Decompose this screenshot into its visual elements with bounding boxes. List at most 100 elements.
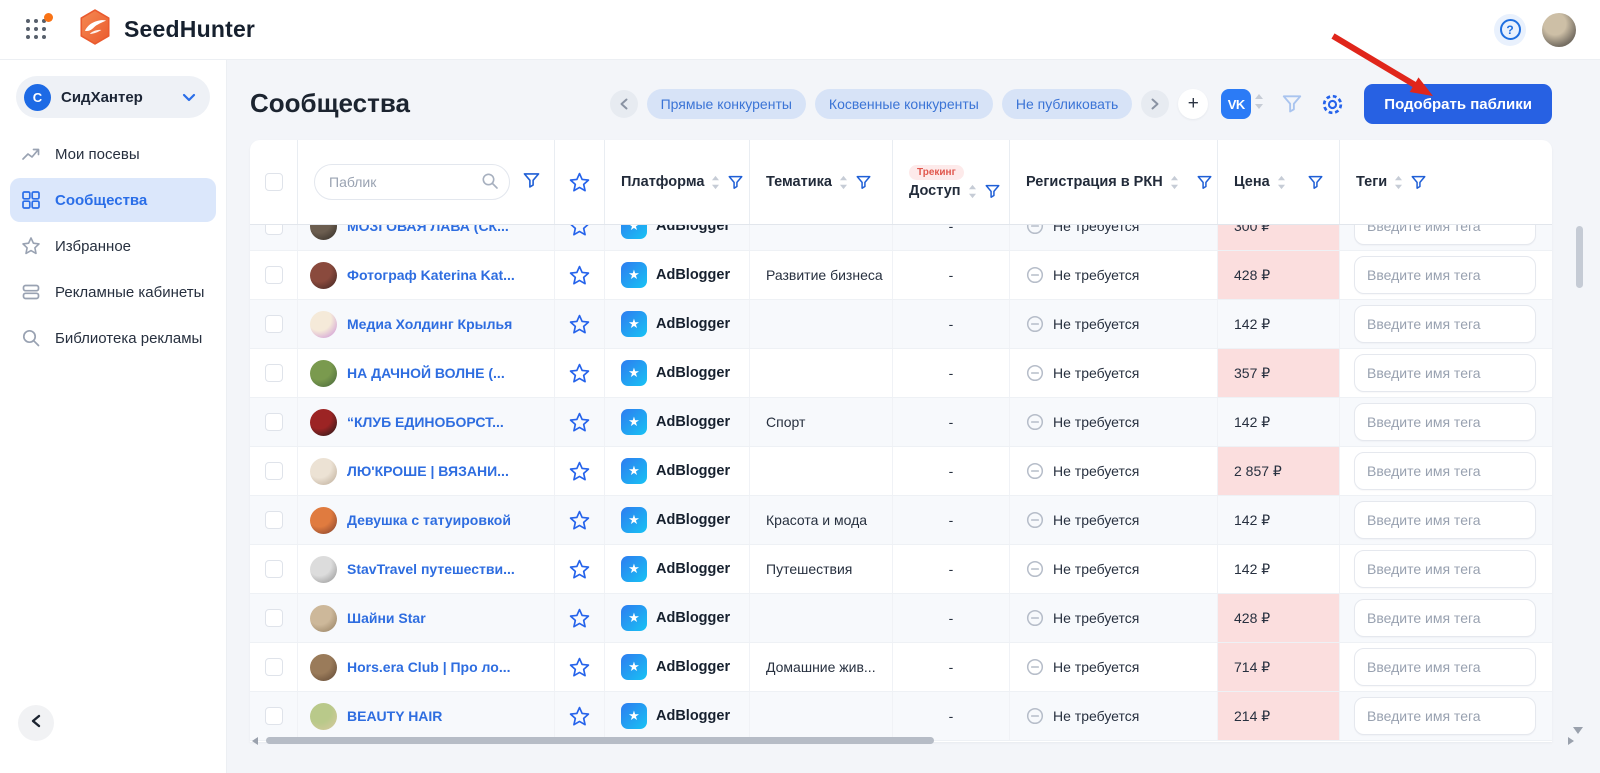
community-name-link[interactable]: Девушка с татуировкой — [347, 512, 511, 528]
row-checkbox[interactable] — [265, 707, 283, 725]
segment-chip[interactable]: Прямые конкуренты — [647, 89, 806, 119]
favorite-star-button[interactable] — [555, 545, 605, 593]
settings-button[interactable] — [1320, 92, 1345, 117]
tag-input[interactable] — [1354, 599, 1536, 637]
tag-input[interactable] — [1354, 697, 1536, 735]
row-checkbox[interactable] — [265, 413, 283, 431]
access-value: - — [949, 365, 954, 381]
community-name-link[interactable]: ЛЮ'КРОШЕ | ВЯЗАНИ... — [347, 463, 509, 479]
table-row: StavTravel путешестви... ★ AdBlogger Пут… — [250, 545, 1552, 594]
chips-scroll-right-button[interactable] — [1141, 90, 1169, 118]
row-checkbox[interactable] — [265, 462, 283, 480]
sidebar-item-ad-library[interactable]: Библиотека рекламы — [10, 316, 216, 360]
chips-scroll-left-button[interactable] — [610, 90, 638, 118]
table-header: Платформа Тематика Трекинг Доступ Регист… — [250, 140, 1552, 225]
table-row: Шайни Star ★ AdBlogger - Не требуется 42… — [250, 594, 1552, 643]
filter-funnel-icon[interactable] — [1307, 175, 1324, 190]
community-name-link[interactable]: StavTravel путешестви... — [347, 561, 515, 577]
row-checkbox[interactable] — [265, 364, 283, 382]
sort-carets-icon — [711, 175, 720, 190]
community-name-link[interactable]: НА ДАЧНОЙ ВОЛНЕ (... — [347, 365, 505, 381]
sidebar-item-ad-accounts[interactable]: Рекламные кабинеты — [10, 270, 216, 314]
filter-funnel-icon[interactable] — [727, 175, 744, 190]
select-publics-button[interactable]: Подобрать паблики — [1364, 84, 1552, 124]
community-name-link[interactable]: BEAUTY HAIR — [347, 708, 442, 724]
tags-column-header[interactable]: Теги — [1340, 140, 1552, 224]
favorite-star-button[interactable] — [555, 251, 605, 299]
sidebar-item-communities[interactable]: Сообщества — [10, 178, 216, 222]
row-checkbox[interactable] — [265, 315, 283, 333]
brand[interactable]: SeedHunter — [76, 8, 255, 51]
sidebar-item-favorites[interactable]: Избранное — [10, 224, 216, 268]
row-checkbox[interactable] — [265, 225, 283, 235]
sort-carets-icon — [968, 184, 977, 199]
select-all-checkbox[interactable] — [265, 173, 283, 191]
segment-chip[interactable]: Не публиковать — [1002, 89, 1132, 119]
row-checkbox[interactable] — [265, 560, 283, 578]
horizontal-scrollbar-thumb[interactable] — [266, 737, 934, 744]
tag-input[interactable] — [1354, 550, 1536, 588]
topic-column-header[interactable]: Тематика — [750, 140, 893, 224]
sidebar-item-my-seedings[interactable]: Мои посевы — [10, 132, 216, 176]
tag-input[interactable] — [1354, 225, 1536, 245]
favorite-star-button[interactable] — [555, 447, 605, 495]
community-name-link[interactable]: Фотограф Katerina Kat... — [347, 267, 515, 283]
favorite-star-button[interactable] — [555, 496, 605, 544]
price-value: 428 ₽ — [1234, 610, 1270, 627]
star-icon — [569, 608, 590, 629]
sidebar-collapse-button[interactable] — [18, 705, 54, 741]
price-column-header[interactable]: Цена — [1218, 140, 1340, 224]
row-checkbox[interactable] — [265, 266, 283, 284]
tag-input[interactable] — [1354, 305, 1536, 343]
help-button[interactable]: ? — [1494, 14, 1526, 46]
filter-funnel-button[interactable] — [1281, 94, 1303, 114]
apps-grid-icon[interactable] — [24, 17, 50, 43]
add-segment-button[interactable]: + — [1178, 89, 1208, 119]
scroll-down-arrow-icon[interactable] — [1573, 727, 1583, 734]
rkn-column-header[interactable]: Регистрация в РКН — [1010, 140, 1218, 224]
tag-input[interactable] — [1354, 452, 1536, 490]
row-checkbox[interactable] — [265, 609, 283, 627]
tag-input[interactable] — [1354, 501, 1536, 539]
favorite-star-button[interactable] — [555, 692, 605, 740]
scroll-left-arrow-icon[interactable] — [252, 737, 258, 745]
horizontal-scrollbar[interactable] — [252, 736, 1574, 746]
star-icon — [569, 559, 590, 580]
tag-input[interactable] — [1354, 256, 1536, 294]
sidebar-item-label: Библиотека рекламы — [55, 330, 202, 347]
favorites-column-header[interactable] — [555, 140, 605, 224]
filter-funnel-icon[interactable] — [855, 175, 872, 190]
row-checkbox[interactable] — [265, 658, 283, 676]
community-name-link[interactable]: Hors.era Club | Про ло... — [347, 659, 510, 675]
minus-circle-icon — [1026, 658, 1044, 676]
filter-funnel-icon[interactable] — [1410, 175, 1427, 190]
favorite-star-button[interactable] — [555, 225, 605, 250]
vk-platform-filter[interactable]: VK — [1221, 89, 1264, 119]
row-checkbox[interactable] — [265, 511, 283, 529]
platform-column-header[interactable]: Платформа — [605, 140, 750, 224]
community-name-link[interactable]: Шайни Star — [347, 610, 426, 626]
segment-chip[interactable]: Косвенные конкуренты — [815, 89, 993, 119]
access-value: - — [949, 610, 954, 626]
community-name-link[interactable]: Медиа Холдинг Крылья — [347, 316, 512, 332]
community-name-link[interactable]: “КЛУБ ЕДИНОБОРСТ... — [347, 414, 504, 430]
community-name-link[interactable]: МОЗГОВАЯ ЛАВА (СК... — [347, 225, 509, 234]
access-column-header[interactable]: Трекинг Доступ — [893, 140, 1010, 224]
filter-funnel-icon[interactable] — [1196, 175, 1213, 190]
vertical-scrollbar-thumb[interactable] — [1576, 226, 1583, 288]
favorite-star-button[interactable] — [555, 398, 605, 446]
favorite-star-button[interactable] — [555, 349, 605, 397]
filter-funnel-icon[interactable] — [984, 184, 1001, 199]
public-filter-button[interactable] — [522, 172, 541, 193]
favorite-star-button[interactable] — [555, 643, 605, 691]
table-row: “КЛУБ ЕДИНОБОРСТ... ★ AdBlogger Спорт - … — [250, 398, 1552, 447]
scroll-right-arrow-icon[interactable] — [1568, 737, 1574, 745]
tag-input[interactable] — [1354, 354, 1536, 392]
favorite-star-button[interactable] — [555, 594, 605, 642]
workspace-switcher[interactable]: C СидХантер — [16, 76, 210, 118]
user-avatar[interactable] — [1542, 13, 1576, 47]
tag-input[interactable] — [1354, 403, 1536, 441]
tag-input[interactable] — [1354, 648, 1536, 686]
rkn-status-label: Не требуется — [1053, 610, 1139, 626]
favorite-star-button[interactable] — [555, 300, 605, 348]
